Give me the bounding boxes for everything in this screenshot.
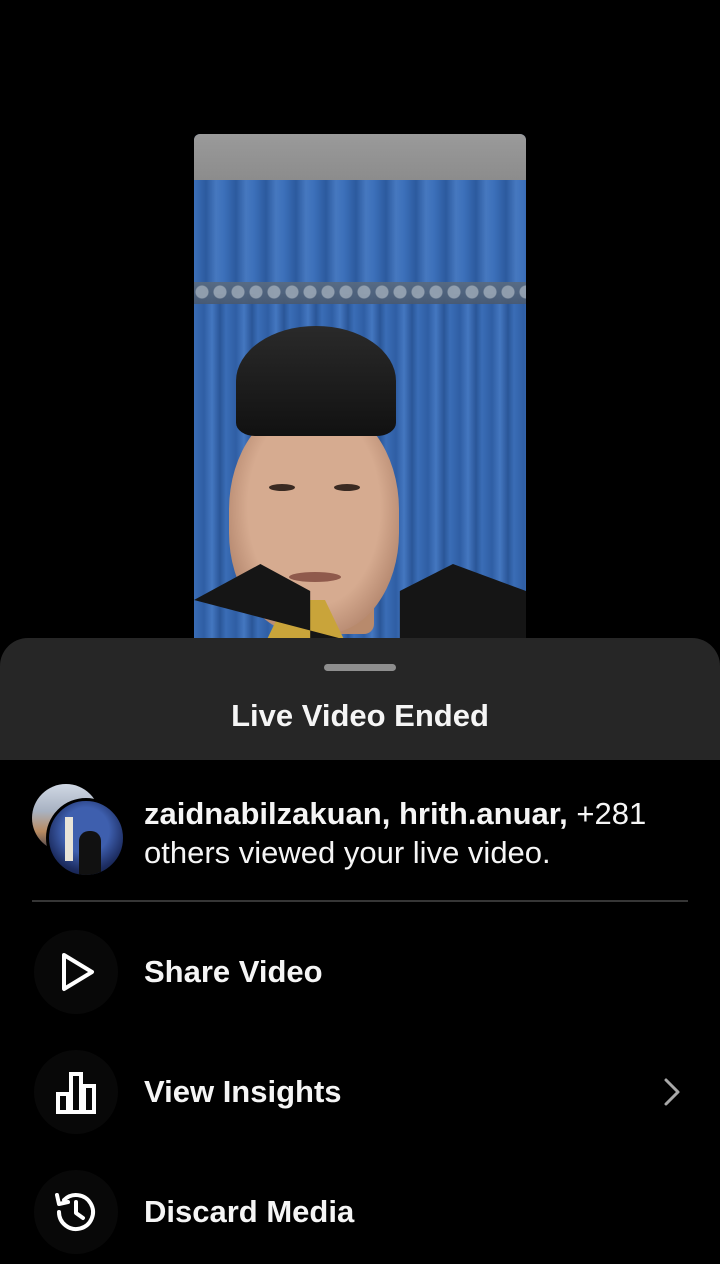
play-icon xyxy=(34,930,118,1014)
history-icon xyxy=(34,1170,118,1254)
drag-handle[interactable] xyxy=(324,664,396,671)
divider xyxy=(32,900,688,902)
discard-media-label: Discard Media xyxy=(144,1194,355,1229)
live-video-preview[interactable] xyxy=(194,134,526,654)
chevron-right-icon xyxy=(664,1078,680,1106)
curtain-valance xyxy=(194,174,526,294)
ceiling xyxy=(194,134,526,180)
viewer-names: zaidnabilzakuan, hrith.anuar, xyxy=(144,796,568,831)
view-insights-button[interactable]: View Insights xyxy=(0,1042,720,1142)
sheet-title: Live Video Ended xyxy=(231,698,489,733)
person-eye-right xyxy=(334,484,360,491)
sheet-header: Live Video Ended xyxy=(0,638,720,760)
avatar-statue xyxy=(65,817,73,861)
bar-chart-icon xyxy=(34,1050,118,1134)
avatar-figure xyxy=(79,831,101,875)
viewers-text: zaidnabilzakuan, hrith.anuar, +281 other… xyxy=(144,794,684,872)
person-mouth xyxy=(289,572,341,582)
curtain-lace xyxy=(194,282,526,304)
person-cap xyxy=(236,326,396,436)
share-video-label: Share Video xyxy=(144,954,323,989)
share-video-button[interactable]: Share Video xyxy=(0,922,720,1022)
discard-media-button[interactable]: Discard Media xyxy=(0,1162,720,1262)
viewer-avatars xyxy=(32,784,126,878)
avatar xyxy=(46,798,126,878)
viewers-summary[interactable]: zaidnabilzakuan, hrith.anuar, +281 other… xyxy=(0,778,720,898)
person-eye-left xyxy=(269,484,295,491)
view-insights-label: View Insights xyxy=(144,1074,342,1109)
screen: Live Video Ended zaidnabilzakuan, hrith.… xyxy=(0,0,720,1264)
live-ended-bottom-sheet: Live Video Ended zaidnabilzakuan, hrith.… xyxy=(0,638,720,1264)
